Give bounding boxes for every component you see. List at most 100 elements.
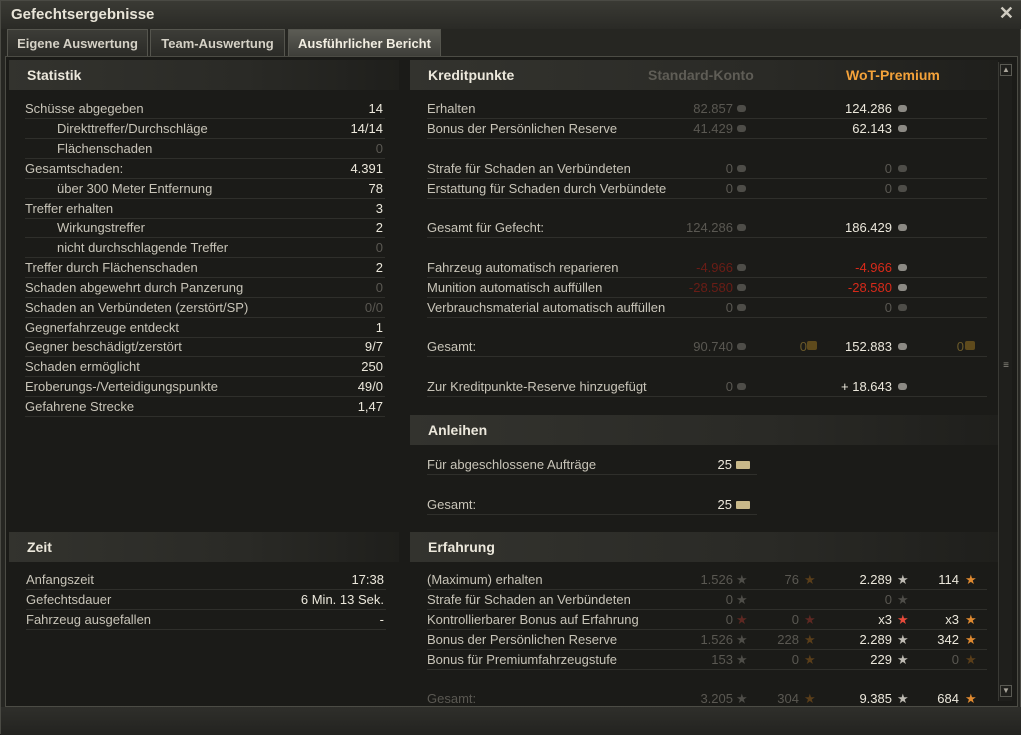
kredit-row: Gesamt: 90.740 152.883 0 0 [427,337,987,357]
row-divider [427,396,987,397]
kredit-row: Bonus der Persönlichen Reserve 41.429 62.1… [427,119,987,139]
erfahrung-label: Bonus für Premiumfahrzeugstufe [427,652,618,667]
stat-row: Gefahrene Strecke 1,47 [25,397,385,417]
standard-free-xp-value: 76 [784,572,799,587]
bottom-bar [1,707,1021,735]
stat-value: 0 [375,141,383,156]
standard-credits-value: -28.580 [688,280,733,295]
scroll-up-button[interactable]: ▲ [1000,64,1012,76]
stat-value: 1,47 [357,399,383,414]
zeit-label: Fahrzeug ausgefallen [26,612,152,627]
premium-free-xp-value: 114 [938,572,959,587]
stat-label: Flächenschaden [57,141,153,156]
scroll-down-button[interactable]: ▼ [1000,685,1012,697]
gold-icon [965,341,975,350]
free-xp-star-icon: ★ [965,612,977,627]
kredit-row: Erhalten 82.857 124.286 [427,99,987,119]
kredit-header: Kreditpunkte Standard-Konto WoT-Premium [410,60,998,90]
free-xp-star-icon: ★ [804,632,816,647]
tab-own-results[interactable]: Eigene Auswertung [7,29,148,56]
kredit-label: Gesamt für Gefecht: [427,220,545,235]
scroll-grip-icon[interactable]: ≡ [1001,361,1011,371]
standard-account-column: Standard-Konto [648,67,754,83]
kredit-label: Zur Kreditpunkte-Reserve hinzugefügt [427,379,647,394]
stat-value: 0 [375,280,383,295]
credit-icon [898,343,907,350]
free-xp-star-icon: ★ [804,572,816,587]
premium-credits-value: 62.143 [852,121,892,136]
premium-credits-value: 152.883 [845,339,892,354]
stat-value: 1 [375,320,383,335]
zeit-header: Zeit [9,532,399,562]
premium-account-column: WoT-Premium [846,67,940,83]
credit-icon [898,185,907,192]
statistik-header: Statistik [9,60,399,90]
kredit-row: Zur Kreditpunkte-Reserve hinzugefügt 0 + 1… [427,377,987,397]
anleihen-row: Für abgeschlossene Aufträge 25 [427,455,757,475]
xp-star-icon: ★ [897,612,909,627]
stat-label: Direkttreffer/Durchschläge [57,121,208,136]
zeit-row: Gefechtsdauer 6 Min. 13 Sek. [26,590,386,610]
kredit-label: Bonus der Persönlichen Reserve [427,121,618,136]
zeit-value: 17:38 [351,572,384,587]
credit-icon [737,185,746,192]
premium-xp-value: x3 [878,612,892,627]
scrollbar[interactable]: ▲ ≡ ▼ [998,62,1012,701]
stat-label: Eroberungs-/Verteidigungspunkte [25,379,218,394]
standard-credits-value: -4.966 [696,260,733,275]
free-xp-star-icon: ★ [965,572,977,587]
credit-icon [737,343,746,350]
stat-row: Treffer erhalten 3 [25,199,385,219]
kredit-row: Verbrauchsmaterial automatisch auffüllen… [427,298,987,318]
stat-row: Gegner beschädigt/zerstört 9/7 [25,337,385,357]
row-divider [427,514,757,515]
stat-row: Wirkungstreffer 2 [25,218,385,238]
stat-row: Gesamtschaden: 4.391 [25,159,385,179]
anleihen-label: Gesamt: [427,497,477,512]
stat-value: 0/0 [364,300,383,315]
bonds-value: 25 [717,457,732,472]
row-divider [427,356,987,357]
erfahrung-label: (Maximum) erhalten [427,572,543,587]
erfahrung-row: (Maximum) erhalten 1.526 ★ 76 ★ 2.289 ★ 114 ★ [427,570,987,590]
standard-gold-value: 0 [799,339,807,354]
kredit-row: Erstattung für Schaden durch Verbündete 0… [427,179,987,199]
free-xp-star-icon: ★ [965,691,977,706]
premium-xp-value: 2.289 [859,572,892,587]
stat-row: Schaden abgewehrt durch Panzerung 0 [25,278,385,298]
premium-credits-value: 0 [884,181,892,196]
row-divider [427,669,987,670]
credit-icon [737,125,746,132]
standard-credits-value: 90.740 [693,339,733,354]
title-bar: Gefechtsergebnisse ✕ [1,1,1021,29]
standard-free-xp-value: 228 [777,632,799,647]
tab-detailed-report[interactable]: Ausführlicher Bericht [288,29,441,56]
credit-icon [737,165,746,172]
xp-star-icon: ★ [897,632,909,647]
premium-credits-value: + 18.643 [841,379,892,394]
tab-team-results[interactable]: Team-Auswertung [150,29,285,56]
stat-label: über 300 Meter Entfernung [57,181,213,196]
premium-free-xp-value: x3 [945,612,959,627]
erfahrung-label: Kontrollierbarer Bonus auf Erfahrung [427,612,639,627]
standard-credits-value: 82.857 [693,101,733,116]
row-divider [427,237,987,238]
zeit-label: Anfangszeit [26,572,94,587]
stat-label: nicht durchschlagende Treffer [57,240,229,255]
credit-icon [898,304,907,311]
standard-credits-value: 124.286 [686,220,733,235]
premium-xp-value: 9.385 [859,691,892,706]
credit-icon [737,224,746,231]
standard-xp-value: 0 [725,592,733,607]
stat-label: Schaden ermöglicht [25,359,140,374]
premium-xp-value: 229 [870,652,892,667]
stat-value: 9/7 [364,339,383,354]
close-icon[interactable]: ✕ [999,3,1014,24]
standard-xp-value: 1.526 [700,632,733,647]
premium-credits-value: 0 [884,161,892,176]
xp-star-icon: ★ [736,592,748,607]
erfahrung-label: Gesamt: [427,691,477,706]
gold-icon [807,341,817,350]
stat-row: Schüsse abgegeben 14 [25,99,385,119]
stat-label: Schaden abgewehrt durch Panzerung [25,280,244,295]
